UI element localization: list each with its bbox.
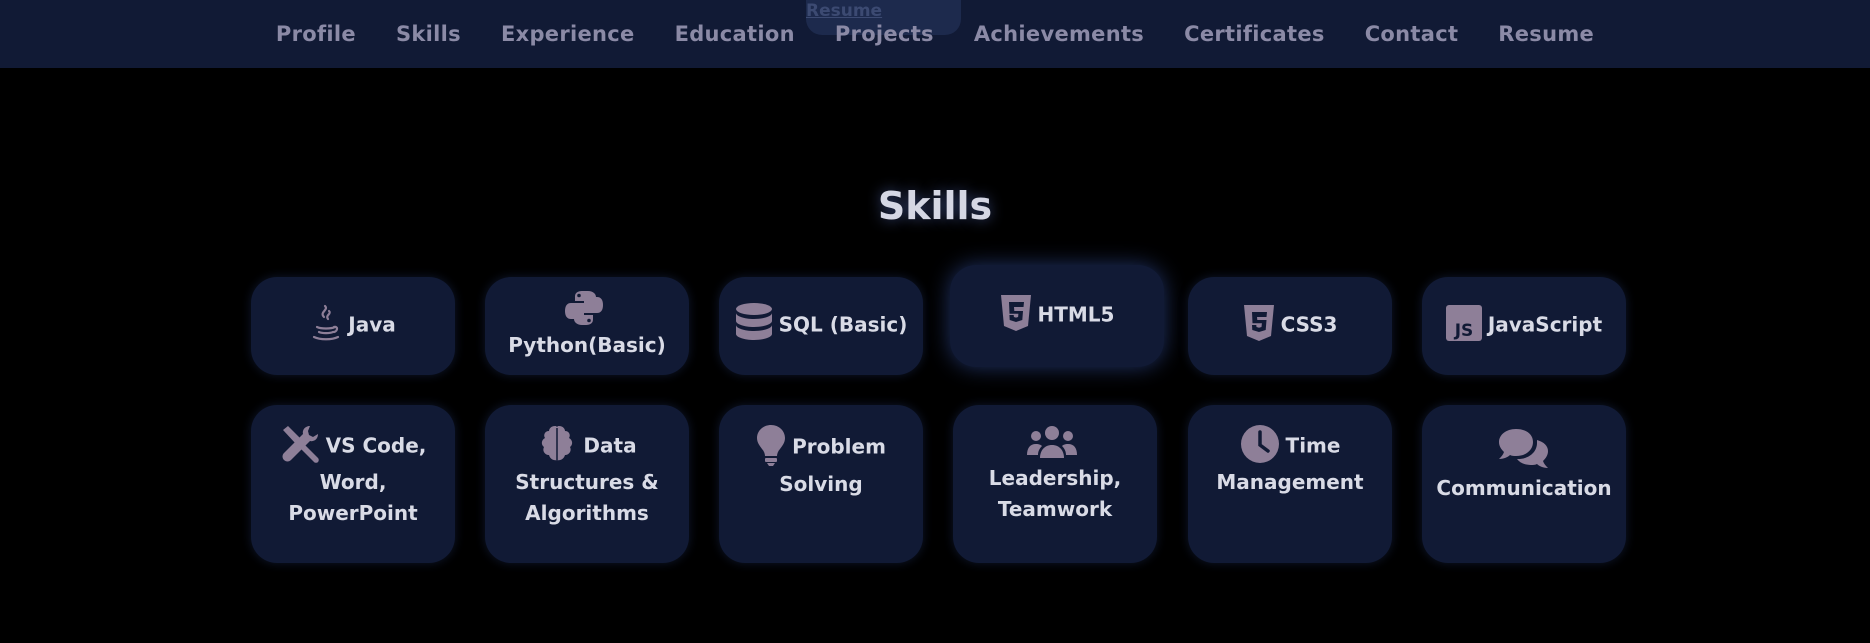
skill-label: HTML5 (1037, 302, 1115, 327)
users-icon (1027, 424, 1077, 460)
skill-card-time-management[interactable]: Time Management (1188, 405, 1392, 563)
nav-link-skills[interactable]: Skills (376, 22, 481, 46)
skill-card-css3[interactable]: CSS3 (1188, 277, 1392, 375)
nav-link-profile[interactable]: Profile (256, 22, 376, 46)
skill-label: Time Management (1216, 433, 1364, 495)
nav-link-experience[interactable]: Experience (481, 22, 655, 46)
skill-label: Python(Basic) (508, 332, 666, 357)
nav-links: Profile Skills Experience Education Proj… (0, 0, 1870, 68)
database-icon (735, 302, 773, 344)
skill-card-java[interactable]: Java (251, 277, 455, 375)
nav-link-certificates[interactable]: Certificates (1164, 22, 1345, 46)
tools-icon (280, 424, 320, 464)
skill-card-html5[interactable]: HTML5 (950, 265, 1164, 367)
nav-link-achievements[interactable]: Achievements (954, 22, 1164, 46)
nav-link-education[interactable]: Education (655, 22, 815, 46)
skill-label: Java (348, 312, 396, 337)
skills-section-title: Skills (877, 184, 993, 228)
java-icon (310, 303, 342, 343)
skill-card-tools[interactable]: VS Code, Word, PowerPoint (251, 405, 455, 563)
nav-link-projects[interactable]: Projects (815, 22, 954, 46)
skill-label: JavaScript (1487, 312, 1603, 337)
html5-icon (1000, 294, 1032, 332)
skill-label: CSS3 (1280, 312, 1338, 337)
skill-label: Leadership, Teamwork (988, 466, 1122, 521)
css3-icon (1243, 304, 1275, 342)
js-icon: JS (1445, 305, 1482, 341)
skill-card-sql[interactable]: SQL (Basic) (719, 277, 923, 375)
comments-icon (1498, 427, 1550, 469)
nav-link-contact[interactable]: Contact (1345, 22, 1479, 46)
nav-link-resume[interactable]: Resume (1478, 22, 1614, 46)
skill-card-leadership[interactable]: Leadership, Teamwork (953, 405, 1157, 563)
skill-card-dsa[interactable]: Data Structures & Algorithms (485, 405, 689, 563)
skill-card-communication[interactable]: Communication (1422, 405, 1626, 563)
skill-label: SQL (Basic) (778, 312, 908, 337)
lightbulb-icon (756, 424, 786, 466)
clock-icon (1240, 424, 1280, 464)
skill-card-javascript[interactable]: JS JavaScript (1422, 277, 1626, 375)
skill-card-problem-solving[interactable]: Problem Solving (719, 405, 923, 563)
skill-label: Problem Solving (779, 434, 886, 497)
skill-card-python[interactable]: Python(Basic) (485, 277, 689, 375)
brain-icon (537, 424, 577, 464)
python-icon (565, 289, 603, 327)
svg-text:JS: JS (1454, 321, 1474, 341)
skill-label: Communication (1436, 476, 1612, 500)
